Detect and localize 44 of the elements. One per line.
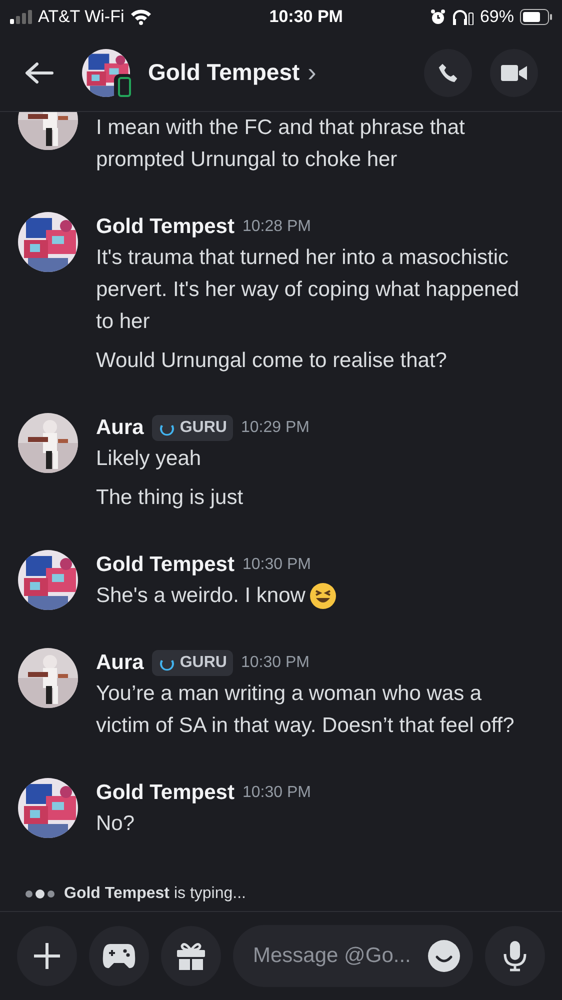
message-text: She's a weirdo. I know (96, 580, 338, 612)
voice-call-button[interactable] (424, 48, 472, 96)
clock-time: 10:30 PM (269, 6, 343, 28)
battery-icon (520, 9, 552, 25)
headphones-icon (452, 9, 474, 25)
guru-tag: GURU (152, 650, 233, 676)
carrier-label: AT&T Wi-Fi (38, 6, 124, 28)
back-arrow-icon[interactable] (24, 60, 54, 84)
message-text: You’re a man writing a woman who was a victim of SA in that way. Doesn’t that feel off? (96, 681, 516, 739)
message-text: Likely yeah (96, 446, 202, 472)
typing-dots-icon (24, 888, 56, 898)
wifi-icon (130, 9, 152, 25)
message-text: It's trauma that turned her into a masochistic pervert. It's her way of coping what happened to her (96, 245, 520, 335)
video-camera-icon (501, 62, 527, 82)
signal-icon (10, 10, 32, 24)
timestamp: 10:30 PM (242, 783, 311, 803)
author-name[interactable]: Gold Tempest (96, 549, 234, 581)
author-name[interactable]: Gold Tempest (96, 777, 234, 809)
message-text: No? (96, 811, 136, 837)
alarm-icon (430, 9, 446, 25)
author-name[interactable]: Aura (96, 412, 144, 444)
message-text: I mean with the FC and that phrase that prompted Urnungal to choke her (96, 115, 466, 173)
microphone-icon (503, 940, 527, 972)
plus-icon (31, 940, 63, 972)
message-text: Would Urnungal come to realise that? (96, 348, 448, 374)
gift-icon (176, 941, 206, 971)
author-name[interactable]: Gold Tempest (96, 211, 234, 243)
emoji-smile-icon[interactable] (427, 939, 461, 973)
guru-tag: GURU (152, 415, 233, 441)
timestamp: 10:30 PM (242, 555, 311, 575)
author-name[interactable]: Aura (96, 647, 144, 679)
video-call-button[interactable] (490, 48, 538, 96)
typing-indicator: Gold Tempest is typing... (64, 884, 246, 904)
message-text: The thing is just (96, 485, 244, 511)
timestamp: 10:29 PM (240, 418, 310, 438)
message-field[interactable]: Message @Go... (233, 925, 473, 987)
timestamp: 10:28 PM (242, 217, 311, 237)
chevron-icon[interactable]: › (308, 53, 316, 92)
battery-percent: 69% (480, 6, 514, 28)
timestamp: 10:30 PM (240, 653, 310, 673)
channel-title[interactable]: Gold Tempest (148, 55, 300, 90)
gamepad-icon (102, 942, 136, 970)
phone-icon (437, 62, 459, 84)
mobile-status-icon (114, 74, 134, 100)
